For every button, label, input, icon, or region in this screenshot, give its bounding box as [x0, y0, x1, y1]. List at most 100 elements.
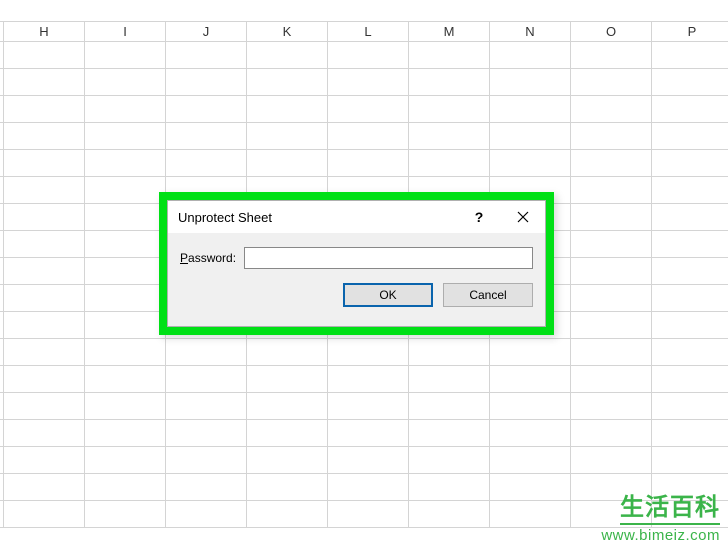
grid-cell[interactable]: [490, 96, 571, 122]
grid-cell[interactable]: [4, 285, 85, 311]
grid-cell[interactable]: [490, 42, 571, 68]
grid-cell[interactable]: [409, 150, 490, 176]
grid-cell[interactable]: [247, 123, 328, 149]
grid-cell[interactable]: [571, 312, 652, 338]
grid-cell[interactable]: [85, 366, 166, 392]
column-header[interactable]: K: [247, 22, 328, 41]
grid-cell[interactable]: [571, 366, 652, 392]
grid-cell[interactable]: [652, 420, 728, 446]
grid-cell[interactable]: [166, 366, 247, 392]
grid-cell[interactable]: [4, 42, 85, 68]
grid-cell[interactable]: [409, 96, 490, 122]
grid-cell[interactable]: [166, 123, 247, 149]
grid-cell[interactable]: [4, 393, 85, 419]
grid-cell[interactable]: [571, 393, 652, 419]
grid-cell[interactable]: [85, 420, 166, 446]
grid-cell[interactable]: [409, 393, 490, 419]
grid-cell[interactable]: [4, 501, 85, 527]
grid-cell[interactable]: [328, 366, 409, 392]
grid-cell[interactable]: [247, 366, 328, 392]
grid-cell[interactable]: [409, 447, 490, 473]
grid-cell[interactable]: [4, 447, 85, 473]
grid-cell[interactable]: [247, 474, 328, 500]
password-input[interactable]: [244, 247, 533, 269]
grid-cell[interactable]: [652, 123, 728, 149]
grid-cell[interactable]: [4, 231, 85, 257]
grid-cell[interactable]: [166, 96, 247, 122]
grid-cell[interactable]: [4, 474, 85, 500]
grid-cell[interactable]: [328, 42, 409, 68]
grid-cell[interactable]: [652, 42, 728, 68]
grid-cell[interactable]: [85, 474, 166, 500]
grid-cell[interactable]: [166, 339, 247, 365]
grid-cell[interactable]: [85, 123, 166, 149]
grid-cell[interactable]: [4, 150, 85, 176]
grid-cell[interactable]: [571, 447, 652, 473]
grid-cell[interactable]: [328, 393, 409, 419]
grid-cell[interactable]: [652, 177, 728, 203]
grid-cell[interactable]: [571, 69, 652, 95]
grid-cell[interactable]: [328, 501, 409, 527]
grid-cell[interactable]: [571, 42, 652, 68]
grid-cell[interactable]: [652, 204, 728, 230]
grid-cell[interactable]: [85, 339, 166, 365]
ok-button[interactable]: OK: [343, 283, 433, 307]
grid-cell[interactable]: [409, 501, 490, 527]
grid-cell[interactable]: [247, 96, 328, 122]
grid-cell[interactable]: [652, 150, 728, 176]
grid-cell[interactable]: [652, 447, 728, 473]
grid-cell[interactable]: [652, 96, 728, 122]
grid-cell[interactable]: [247, 447, 328, 473]
grid-cell[interactable]: [166, 474, 247, 500]
grid-cell[interactable]: [247, 150, 328, 176]
grid-cell[interactable]: [571, 285, 652, 311]
column-header[interactable]: J: [166, 22, 247, 41]
grid-cell[interactable]: [85, 150, 166, 176]
column-header[interactable]: P: [652, 22, 728, 41]
grid-cell[interactable]: [490, 447, 571, 473]
grid-cell[interactable]: [4, 96, 85, 122]
grid-cell[interactable]: [247, 393, 328, 419]
grid-cell[interactable]: [247, 339, 328, 365]
grid-cell[interactable]: [571, 420, 652, 446]
column-header[interactable]: H: [4, 22, 85, 41]
grid-cell[interactable]: [166, 150, 247, 176]
grid-cell[interactable]: [490, 69, 571, 95]
grid-cell[interactable]: [652, 366, 728, 392]
grid-cell[interactable]: [247, 42, 328, 68]
grid-cell[interactable]: [85, 204, 166, 230]
grid-cell[interactable]: [571, 96, 652, 122]
grid-cell[interactable]: [85, 42, 166, 68]
grid-cell[interactable]: [4, 123, 85, 149]
grid-cell[interactable]: [652, 258, 728, 284]
grid-cell[interactable]: [4, 312, 85, 338]
grid-cell[interactable]: [490, 123, 571, 149]
grid-cell[interactable]: [571, 339, 652, 365]
grid-cell[interactable]: [571, 177, 652, 203]
grid-cell[interactable]: [652, 69, 728, 95]
grid-cell[interactable]: [4, 204, 85, 230]
grid-cell[interactable]: [490, 501, 571, 527]
grid-cell[interactable]: [166, 501, 247, 527]
grid-cell[interactable]: [328, 150, 409, 176]
column-header[interactable]: O: [571, 22, 652, 41]
grid-cell[interactable]: [328, 96, 409, 122]
grid-cell[interactable]: [571, 204, 652, 230]
grid-cell[interactable]: [85, 393, 166, 419]
grid-cell[interactable]: [4, 339, 85, 365]
column-header[interactable]: I: [85, 22, 166, 41]
grid-cell[interactable]: [409, 474, 490, 500]
grid-cell[interactable]: [4, 258, 85, 284]
cancel-button[interactable]: Cancel: [443, 283, 533, 307]
grid-cell[interactable]: [328, 123, 409, 149]
grid-cell[interactable]: [490, 393, 571, 419]
grid-cell[interactable]: [490, 339, 571, 365]
grid-cell[interactable]: [166, 42, 247, 68]
grid-cell[interactable]: [166, 420, 247, 446]
help-button[interactable]: ?: [457, 201, 501, 233]
grid-cell[interactable]: [409, 42, 490, 68]
grid-cell[interactable]: [85, 231, 166, 257]
grid-cell[interactable]: [166, 447, 247, 473]
grid-cell[interactable]: [85, 96, 166, 122]
grid-cell[interactable]: [85, 258, 166, 284]
